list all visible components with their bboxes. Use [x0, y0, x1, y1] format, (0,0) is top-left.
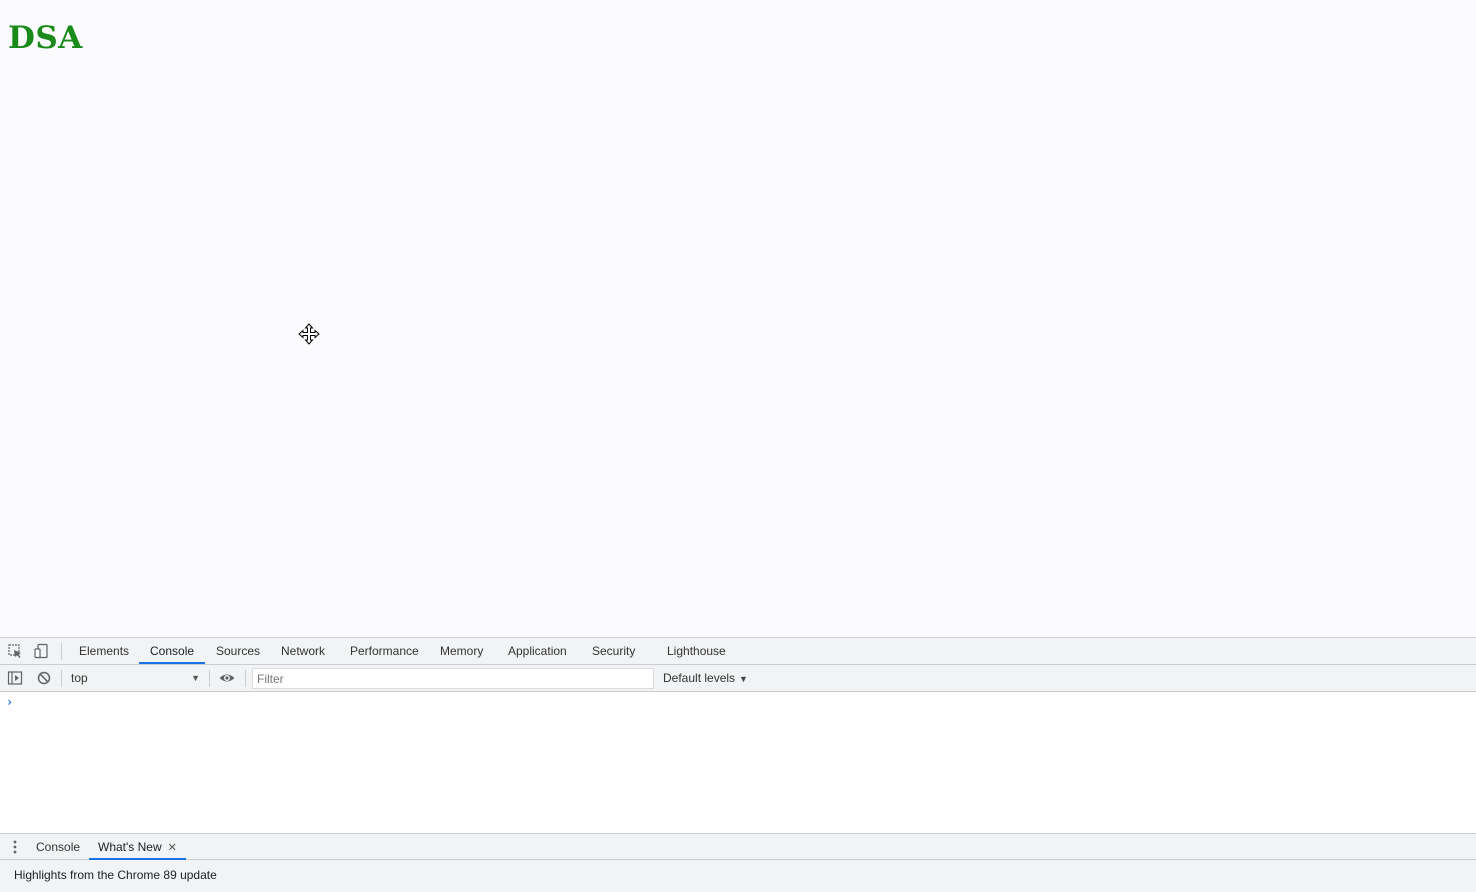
devtools-tabbar: Elements Console Sources Network Perform…	[0, 638, 1476, 665]
log-levels-dropdown[interactable]: Default levels ▼	[663, 668, 748, 688]
page-heading: DSA	[8, 20, 83, 56]
toolbar-divider-3	[245, 670, 246, 687]
tab-sources[interactable]: Sources	[205, 638, 271, 664]
toolbar-divider-2	[209, 670, 210, 687]
tab-console[interactable]: Console	[139, 638, 206, 664]
tab-performance[interactable]: Performance	[339, 638, 430, 664]
levels-arrow-icon: ▼	[739, 674, 748, 684]
tab-security[interactable]: Security	[581, 638, 646, 664]
tabbar-divider	[61, 643, 62, 660]
page-viewport: DSA	[0, 0, 1476, 637]
browser-page: DSA Elements Console Sources Network Per…	[0, 0, 1476, 892]
tab-application[interactable]: Application	[497, 638, 578, 664]
filter-input[interactable]	[252, 668, 654, 689]
dropdown-arrow-icon: ▼	[191, 673, 200, 683]
context-selector-value: top	[71, 671, 88, 685]
device-toolbar-icon[interactable]	[32, 642, 50, 660]
inspect-element-icon[interactable]	[6, 642, 24, 660]
drawer-tabbar: Console What's New ✕	[0, 833, 1476, 860]
whats-new-panel: Highlights from the Chrome 89 update	[0, 860, 1476, 892]
more-vert-icon[interactable]	[9, 839, 21, 855]
whats-new-highlight: Highlights from the Chrome 89 update	[14, 868, 217, 882]
context-selector[interactable]: top ▼	[64, 668, 206, 688]
toolbar-divider-1	[61, 670, 62, 687]
close-icon[interactable]: ✕	[168, 842, 177, 854]
show-sidebar-icon[interactable]	[6, 669, 24, 687]
console-output[interactable]: ›	[0, 692, 1476, 833]
console-toolbar: top ▼ Default levels▼	[0, 665, 1476, 692]
tab-elements[interactable]: Elements	[68, 638, 140, 664]
drawer-tab-console[interactable]: Console	[27, 834, 89, 860]
drawer-tab-whats-new-label: What's New	[98, 840, 162, 854]
tab-network[interactable]: Network	[270, 638, 336, 664]
tab-lighthouse[interactable]: Lighthouse	[656, 638, 737, 664]
clear-console-icon[interactable]	[35, 669, 53, 687]
live-expression-eye-icon[interactable]	[218, 669, 236, 687]
tab-memory[interactable]: Memory	[429, 638, 494, 664]
console-prompt: ›	[6, 695, 14, 709]
log-levels-label: Default levels	[663, 671, 736, 685]
drawer-tab-whats-new[interactable]: What's New ✕	[89, 834, 186, 860]
devtools-panel: Elements Console Sources Network Perform…	[0, 637, 1476, 892]
move-cursor-icon	[298, 323, 320, 345]
